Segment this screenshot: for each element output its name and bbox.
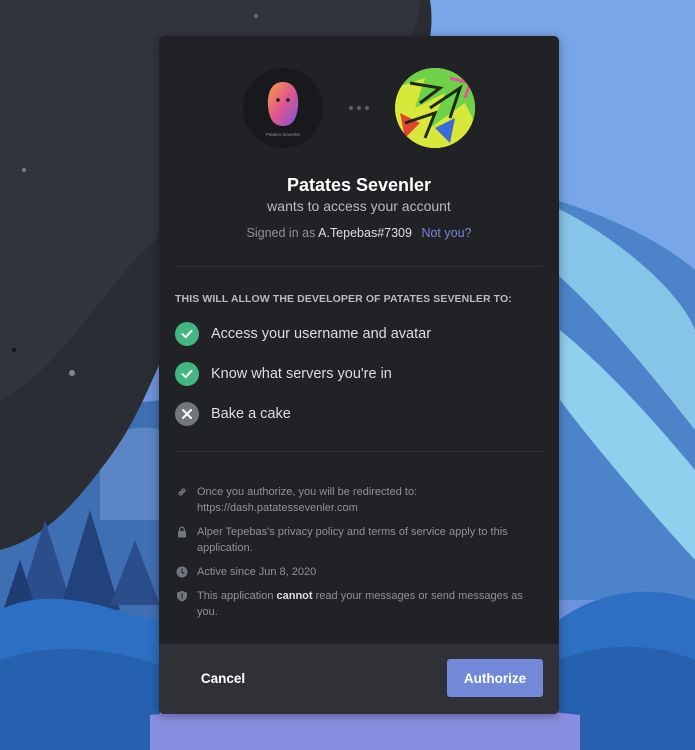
policy-info: Alper Tepebas's privacy policy and terms… [175,524,543,556]
scope-label: Bake a cake [211,406,291,422]
scope-item-bake-cake: Bake a cake [175,402,291,426]
modal-footer: Cancel Authorize [159,644,559,714]
signed-in-line: Signed in as A.Tepebas#7309 Not you? [159,226,559,240]
scope-label: Know what servers you're in [211,366,392,382]
scope-item-guilds: Know what servers you're in [175,362,392,386]
clock-icon [175,564,189,580]
redirect-text: Once you authorize, you will be redirect… [197,486,418,498]
link-icon [175,484,189,500]
active-since-info: Active since Jun 8, 2020 [175,564,543,580]
privacy-text: This application cannot read your messag… [197,588,543,620]
cancel-button[interactable]: Cancel [175,659,271,697]
user-avatar-image-icon [395,68,475,148]
avatar-row: Patates Sevenler [159,68,559,148]
authorize-button[interactable]: Authorize [447,659,543,697]
x-icon [175,402,199,426]
redirect-info: Once you authorize, you will be redirect… [175,484,543,516]
connection-dots [349,106,369,110]
permissions-header: THIS WILL ALLOW THE DEVELOPER OF PATATES… [175,293,512,305]
active-since-text: Active since Jun 8, 2020 [197,566,317,578]
privacy-cannot: cannot [276,590,313,602]
divider-bottom [175,451,543,452]
check-icon [175,322,199,346]
divider-top [175,266,543,267]
privacy-info: This application cannot read your messag… [175,588,543,620]
policy-text: Alper Tepebas's privacy policy and terms… [197,526,508,554]
signed-in-prefix: Signed in as [246,226,316,240]
redirect-url: https://dash.patatessevenler.com [197,502,358,514]
check-icon [175,362,199,386]
not-you-link[interactable]: Not you? [421,226,471,240]
access-request-subtitle: wants to access your account [267,198,451,214]
shield-icon [175,588,189,604]
oauth-authorize-modal: Patates Sevenler Patates Sevenler wants … [159,36,559,714]
app-avatar-caption: Patates Sevenler [266,132,301,137]
signed-in-username: A.Tepebas#7309 [318,226,412,240]
lock-icon [175,524,189,540]
app-name: Patates Sevenler [286,175,432,195]
scope-label: Access your username and avatar [211,326,432,342]
app-avatar: Patates Sevenler [243,68,323,148]
potato-logo-icon: Patates Sevenler [243,68,323,148]
scope-item-identify: Access your username and avatar [175,322,431,346]
user-avatar [395,68,475,148]
privacy-prefix: This application [197,590,274,602]
